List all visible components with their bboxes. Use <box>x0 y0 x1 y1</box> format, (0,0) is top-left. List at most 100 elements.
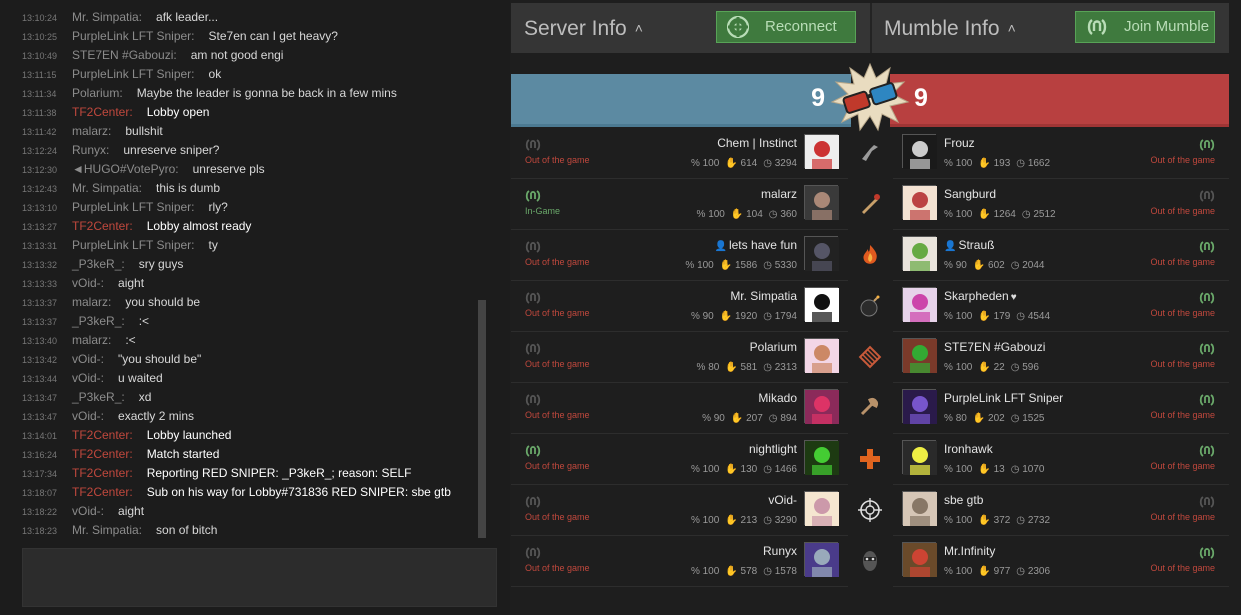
mumble-info-title[interactable]: Mumble Info ˄ <box>884 17 1016 41</box>
blu-player-row[interactable]: Out of the game Chem | Instinct% 100 ✋ 614… <box>511 128 848 179</box>
player-status: Out of the game <box>525 359 590 369</box>
avatar[interactable] <box>804 134 839 169</box>
chat-username[interactable]: vOid-: <box>72 409 104 423</box>
chat-username[interactable]: PurpleLink LFT Sniper: <box>72 29 195 43</box>
blu-player-row[interactable]: In-Game malarz% 100 ✋ 104 ◷ 360 <box>511 179 848 230</box>
chat-username[interactable]: Runyx: <box>72 143 109 157</box>
avatar[interactable] <box>804 338 839 373</box>
red-player-row[interactable]: STE7EN #Gabouzi% 100 ✋ 22 ◷ 596 Out of the … <box>893 332 1229 383</box>
chat-username[interactable]: TF2Center: <box>72 447 133 461</box>
avatar[interactable] <box>804 542 839 577</box>
blu-player-row[interactable]: Out of the game Runyx% 100 ✋ 578 ◷ 1578 <box>511 536 848 587</box>
blu-player-row[interactable]: Out of the game nightlight% 100 ✋ 130 ◷ 146… <box>511 434 848 485</box>
chat-input[interactable] <box>22 548 497 607</box>
chat-username[interactable]: vOid-: <box>72 371 104 385</box>
avatar[interactable] <box>902 287 937 322</box>
avatar[interactable] <box>804 491 839 526</box>
chat-message: 13:11:34 Polarium: Maybe the leader is gon… <box>22 84 477 103</box>
avatar[interactable] <box>902 236 937 271</box>
player-name[interactable]: Runyx <box>763 544 797 558</box>
avatar[interactable] <box>902 491 937 526</box>
avatar[interactable] <box>902 134 937 169</box>
player-name[interactable]: vOid- <box>768 493 797 507</box>
chevron-up-icon[interactable]: ˄ <box>1008 20 1016 36</box>
chat-username[interactable]: PurpleLink LFT Sniper: <box>72 238 195 252</box>
avatar[interactable] <box>902 542 937 577</box>
red-player-row[interactable]: 👤 Strauß% 90 ✋ 602 ◷ 2044 Out of the game <box>893 230 1229 281</box>
avatar[interactable] <box>902 440 937 475</box>
chat-username[interactable]: _P3keR_: <box>72 314 125 328</box>
chat-username[interactable]: malarz: <box>72 295 111 309</box>
chat-username[interactable]: TF2Center: <box>72 219 133 233</box>
chat-username[interactable]: vOid-: <box>72 504 104 518</box>
player-name[interactable]: Sangburd <box>944 187 996 201</box>
hours-played: ◷ 2512 <box>1022 209 1056 220</box>
chat-username[interactable]: vOid-: <box>72 352 104 366</box>
blu-player-row[interactable]: Out of the game Mikado% 90 ✋ 207 ◷ 894 <box>511 383 848 434</box>
avatar[interactable] <box>902 185 937 220</box>
chat-username[interactable]: Mr. Simpatia: <box>72 523 142 537</box>
server-info-title[interactable]: Server Info ˄ <box>524 17 643 41</box>
chat-username[interactable]: PurpleLink LFT Sniper: <box>72 67 195 81</box>
player-name[interactable]: Frouz <box>944 136 975 150</box>
chat-text: ok <box>208 67 222 81</box>
red-player-row[interactable]: Sangburd% 100 ✋ 1264 ◷ 2512 Out of the game <box>893 179 1229 230</box>
player-name[interactable]: malarz <box>761 187 797 201</box>
player-status: Out of the game <box>1150 563 1215 573</box>
avatar[interactable] <box>902 389 937 424</box>
blu-player-row[interactable]: Out of the game vOid-% 100 ✋ 213 ◷ 3290 <box>511 485 848 536</box>
avatar[interactable] <box>804 287 839 322</box>
player-name[interactable]: Mikado <box>758 391 797 405</box>
chat-username[interactable]: Mr. Simpatia: <box>72 10 142 24</box>
chat-username[interactable]: STE7EN #Gabouzi: <box>72 48 177 62</box>
clock-icon: ◷ <box>768 209 778 220</box>
chat-scrollbar[interactable] <box>478 300 486 538</box>
player-name[interactable]: Mr.Infinity <box>944 544 995 558</box>
chat-username[interactable]: TF2Center: <box>72 466 133 480</box>
chat-username[interactable]: malarz: <box>72 124 111 138</box>
player-name[interactable]: 👤 Strauß <box>944 238 994 252</box>
player-name[interactable]: Mr. Simpatia <box>730 289 797 303</box>
player-name[interactable]: sbe gtb <box>944 493 983 507</box>
chat-timestamp: 13:18:07 <box>22 488 58 498</box>
player-name[interactable]: Chem | Instinct <box>717 136 797 150</box>
chevron-up-icon[interactable]: ˄ <box>635 20 643 36</box>
red-player-row[interactable]: Skarpheden ♥% 100 ✋ 179 ◷ 4544 Out of the ga… <box>893 281 1229 332</box>
join-mumble-button[interactable]: Join Mumble <box>1075 11 1215 43</box>
avatar[interactable] <box>804 440 839 475</box>
red-player-row[interactable]: Frouz% 100 ✋ 193 ◷ 1662 Out of the game <box>893 128 1229 179</box>
player-name[interactable]: Polarium <box>750 340 797 354</box>
reconnect-button[interactable]: Reconnect <box>716 11 856 43</box>
chat-username[interactable]: TF2Center: <box>72 428 133 442</box>
blu-player-row[interactable]: Out of the game 👤 lets have fun% 100 ✋ 1586… <box>511 230 848 281</box>
red-player-row[interactable]: PurpleLink LFT Sniper% 80 ✋ 202 ◷ 1525 Out … <box>893 383 1229 434</box>
avatar[interactable] <box>902 338 937 373</box>
avatar[interactable] <box>804 389 839 424</box>
avatar[interactable] <box>804 185 839 220</box>
blu-player-row[interactable]: Out of the game Mr. Simpatia% 90 ✋ 1920 ◷ 1… <box>511 281 848 332</box>
player-name[interactable]: STE7EN #Gabouzi <box>944 340 1045 354</box>
red-player-row[interactable]: sbe gtb% 100 ✋ 372 ◷ 2732 Out of the game <box>893 485 1229 536</box>
player-name[interactable]: Ironhawk <box>944 442 993 456</box>
chat-username[interactable]: TF2Center: <box>72 485 133 499</box>
chat-username[interactable]: vOid-: <box>72 276 104 290</box>
red-player-row[interactable]: Mr.Infinity% 100 ✋ 977 ◷ 2306 Out of the ga… <box>893 536 1229 587</box>
player-name[interactable]: nightlight <box>749 442 797 456</box>
player-name[interactable]: 👤 lets have fun <box>715 238 798 252</box>
chat-username[interactable]: Mr. Simpatia: <box>72 181 142 195</box>
chat-timestamp: 13:14:01 <box>22 431 58 441</box>
chat-username[interactable]: PurpleLink LFT Sniper: <box>72 200 195 214</box>
chat-username[interactable]: Polarium: <box>72 86 123 100</box>
avatar[interactable] <box>804 236 839 271</box>
hours-played: ◷ 2732 <box>1016 515 1050 526</box>
chat-username[interactable]: TF2Center: <box>72 105 133 119</box>
red-player-row[interactable]: Ironhawk% 100 ✋ 13 ◷ 1070 Out of the game <box>893 434 1229 485</box>
chat-username[interactable]: _P3keR_: <box>72 257 125 271</box>
chat-username[interactable]: _P3keR_: <box>72 390 125 404</box>
chat-username[interactable]: ◄HUGO#VotePyro: <box>72 162 179 176</box>
blu-player-row[interactable]: Out of the game Polarium% 80 ✋ 581 ◷ 2313 <box>511 332 848 383</box>
chat-username[interactable]: malarz: <box>72 333 111 347</box>
player-name[interactable]: PurpleLink LFT Sniper <box>944 391 1063 405</box>
mumble-status-icon <box>1199 495 1215 509</box>
player-name[interactable]: Skarpheden ♥ <box>944 289 1017 303</box>
